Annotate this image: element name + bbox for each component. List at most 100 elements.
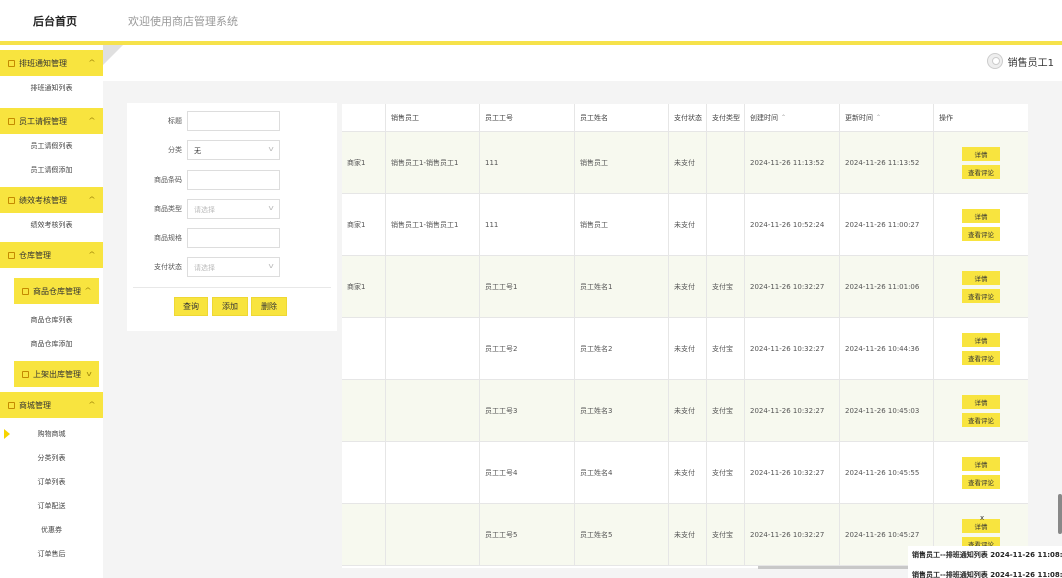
sidebar-subgroup-goods-warehouse[interactable]: 商品仓库管理 ^ bbox=[14, 278, 99, 304]
column-header: 操作 bbox=[939, 113, 953, 122]
select-placeholder: 请选择 bbox=[194, 264, 215, 272]
sidebar-item-leave-list[interactable]: 员工请假列表 bbox=[0, 134, 103, 158]
cell-actions: 详情 查看评论 bbox=[934, 256, 1028, 317]
table-row[interactable]: 员工工号4 员工姓名4 未支付 支付宝 2024-11-26 10:32:27 2024-… bbox=[342, 442, 1028, 504]
spec-input[interactable] bbox=[187, 228, 280, 248]
field-label: 商品条码 bbox=[154, 176, 182, 184]
sidebar-group-label: 仓库管理 bbox=[19, 250, 51, 260]
cell-created: 2024-11-26 10:52:24 bbox=[745, 194, 840, 255]
view-reviews-button[interactable]: 查看评论 bbox=[962, 474, 1000, 489]
cell-created: 2024-11-26 10:32:27 bbox=[745, 504, 840, 565]
delete-button[interactable]: 删除 bbox=[251, 297, 287, 316]
view-reviews-button[interactable]: 查看评论 bbox=[962, 350, 1000, 365]
detail-button[interactable]: 详情 bbox=[962, 146, 1000, 161]
detail-button[interactable]: 详情 bbox=[962, 270, 1000, 285]
cell-updated: 2024-11-26 11:01:06 bbox=[840, 256, 934, 317]
view-reviews-button[interactable]: 查看评论 bbox=[962, 164, 1000, 179]
select-placeholder: 请选择 bbox=[194, 206, 215, 214]
sidebar-item-label: 购物商城 bbox=[37, 430, 66, 438]
sidebar-subgroup-shelf[interactable]: 上架出库管理 v bbox=[14, 361, 99, 387]
chevron-down-icon: v bbox=[268, 204, 274, 212]
home-logo[interactable]: 后台首页 bbox=[0, 0, 110, 42]
barcode-input[interactable] bbox=[187, 170, 280, 190]
cell-staff-name: 员工姓名5 bbox=[575, 504, 669, 565]
view-reviews-button[interactable]: 查看评论 bbox=[962, 226, 1000, 241]
cell-actions: 详情 查看评论 bbox=[934, 442, 1028, 503]
column-header: 支付类型 bbox=[707, 104, 745, 131]
detail-button[interactable]: 详情 bbox=[962, 208, 1000, 223]
sidebar-item-shop[interactable]: 购物商城 bbox=[0, 422, 103, 446]
sidebar-group-mall[interactable]: 商城管理 ^ bbox=[0, 392, 103, 418]
table-row[interactable]: 商家1 员工工号1 员工姓名1 未支付 支付宝 2024-11-26 10:32:27 20… bbox=[342, 256, 1028, 318]
sidebar-item-performance-list[interactable]: 绩效考核列表 bbox=[0, 213, 103, 237]
view-reviews-button[interactable]: 查看评论 bbox=[962, 288, 1000, 303]
category-select[interactable]: 无 v bbox=[187, 140, 280, 160]
table-row[interactable]: 商家1 销售员工1-销售员工1 111 销售员工 未支付 2024-11-26 11:13… bbox=[342, 132, 1028, 194]
search-field-spec: 商品规格 bbox=[127, 228, 337, 248]
collapse-toggle-icon[interactable] bbox=[103, 45, 123, 65]
vertical-scrollbar[interactable] bbox=[1058, 494, 1062, 534]
sidebar-item-warehouse-list[interactable]: 商品仓库列表 bbox=[0, 308, 103, 332]
menu-icon bbox=[8, 117, 15, 125]
sidebar-item-category-list[interactable]: 分类列表 bbox=[0, 446, 103, 470]
notification-toast[interactable]: 销售员工--排班通知列表 2024-11-26 11:08:54 销售员工--排… bbox=[908, 546, 1062, 578]
add-button[interactable]: 添加 bbox=[212, 297, 248, 316]
column-header-label: 创建时间 bbox=[750, 113, 778, 122]
detail-button[interactable]: 详情 bbox=[962, 456, 1000, 471]
active-indicator-icon bbox=[4, 429, 10, 439]
table-header: 销售员工 员工工号 员工姓名 支付状态 支付类型 创建时间 ⌃ 更新时间 ⌃ 操作 bbox=[342, 104, 1028, 132]
pay-status-select[interactable]: 请选择 v bbox=[187, 257, 280, 277]
cell-shop: 商家1 bbox=[342, 194, 386, 255]
sidebar-item-coupon[interactable]: 优惠券 bbox=[0, 518, 103, 542]
query-button[interactable]: 查询 bbox=[174, 297, 208, 316]
user-menu[interactable]: 销售员工1 bbox=[986, 53, 1054, 69]
menu-icon bbox=[8, 196, 15, 204]
sidebar-item-order-list[interactable]: 订单列表 bbox=[0, 470, 103, 494]
chevron-up-icon: ^ bbox=[88, 251, 96, 259]
cell-actions: 详情 查看评论 bbox=[934, 194, 1028, 255]
cell-actions: 详情 查看评论 bbox=[934, 380, 1028, 441]
cell-staff-name: 销售员工 bbox=[575, 132, 669, 193]
sidebar-group-label: 商品仓库管理 bbox=[33, 286, 81, 296]
view-reviews-button[interactable]: 查看评论 bbox=[962, 412, 1000, 427]
select-value: 无 bbox=[194, 147, 201, 155]
cell-pay-type bbox=[707, 132, 745, 193]
detail-button[interactable]: 详情 bbox=[962, 394, 1000, 409]
system-title: 欢迎使用商店管理系统 bbox=[128, 15, 238, 28]
sidebar-item-leave-add[interactable]: 员工请假添加 bbox=[0, 158, 103, 182]
cell-pay-status: 未支付 bbox=[669, 318, 707, 379]
sidebar-item-warehouse-add[interactable]: 商品仓库添加 bbox=[0, 332, 103, 356]
table-row[interactable]: 商家1 销售员工1-销售员工1 111 销售员工 未支付 2024-11-26 10:52… bbox=[342, 194, 1028, 256]
sidebar-group-warehouse[interactable]: 仓库管理 ^ bbox=[0, 242, 103, 268]
cell-shop: 商家1 bbox=[342, 256, 386, 317]
cell-staff: 销售员工1-销售员工1 bbox=[386, 132, 480, 193]
table-row[interactable]: 员工工号2 员工姓名2 未支付 支付宝 2024-11-26 10:32:27 2024-… bbox=[342, 318, 1028, 380]
search-field-barcode: 商品条码 bbox=[127, 170, 337, 190]
title-input[interactable] bbox=[187, 111, 280, 131]
cell-shop bbox=[342, 380, 386, 441]
column-header-updated[interactable]: 更新时间 ⌃ bbox=[840, 104, 934, 131]
column-header bbox=[342, 104, 386, 131]
cell-pay-type: 支付宝 bbox=[707, 442, 745, 503]
sidebar-item-order-delivery[interactable]: 订单配送 bbox=[0, 494, 103, 518]
table-row[interactable]: 员工工号3 员工姓名3 未支付 支付宝 2024-11-26 10:32:27 2024-… bbox=[342, 380, 1028, 442]
cell-shop bbox=[342, 504, 386, 565]
column-header-created[interactable]: 创建时间 ⌃ bbox=[745, 104, 840, 131]
cell-staff-name: 员工姓名2 bbox=[575, 318, 669, 379]
cell-updated: 2024-11-26 10:45:03 bbox=[840, 380, 934, 441]
sidebar-group-schedule[interactable]: 排班通知管理 ^ bbox=[0, 50, 103, 76]
sidebar-group-leave[interactable]: 员工请假管理 ^ bbox=[0, 108, 103, 134]
cell-actions: 详情 查看评论 bbox=[934, 132, 1028, 193]
sidebar-item-schedule-list[interactable]: 排班通知列表 bbox=[0, 76, 103, 100]
close-icon[interactable]: x bbox=[980, 514, 984, 522]
column-header: 员工工号 bbox=[480, 104, 575, 131]
sidebar-item-after-sales[interactable]: 订单售后 bbox=[0, 542, 103, 566]
sidebar-group-performance[interactable]: 绩效考核管理 ^ bbox=[0, 187, 103, 213]
goods-type-select[interactable]: 请选择 v bbox=[187, 199, 280, 219]
cell-pay-type: 支付宝 bbox=[707, 380, 745, 441]
notification-text: 销售员工--排班通知列表 2024-11-26 11:08:54 bbox=[912, 571, 1062, 578]
cell-pay-status: 未支付 bbox=[669, 256, 707, 317]
detail-button[interactable]: 详情 bbox=[962, 332, 1000, 347]
menu-icon bbox=[8, 251, 15, 259]
cell-pay-status: 未支付 bbox=[669, 132, 707, 193]
